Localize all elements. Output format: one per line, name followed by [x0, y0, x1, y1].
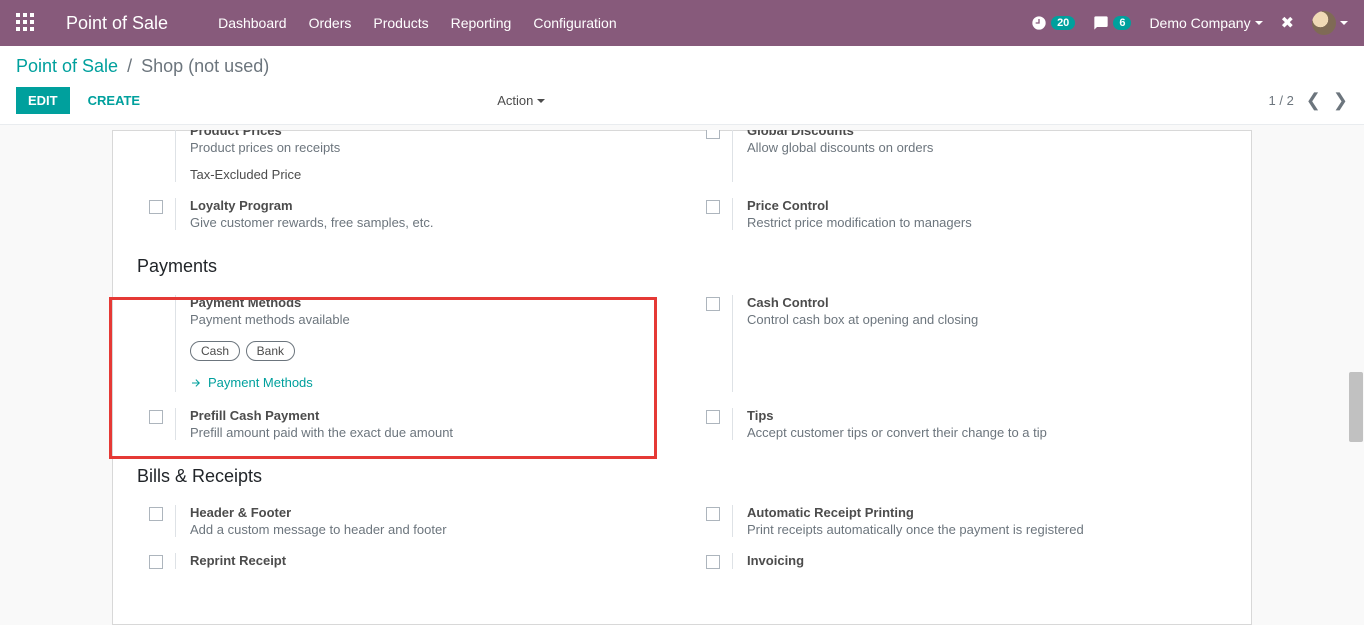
nav-dashboard[interactable]: Dashboard: [218, 15, 287, 31]
clock-icon: [1031, 15, 1047, 31]
developer-tools-icon[interactable]: ✖: [1281, 13, 1294, 33]
setting-reprint-receipt: Reprint Receipt: [137, 545, 670, 577]
setting-desc: Allow global discounts on orders: [747, 140, 1227, 155]
setting-desc: Accept customer tips or convert their ch…: [747, 425, 1227, 440]
edit-button[interactable]: EDIT: [16, 87, 70, 114]
setting-desc: Product prices on receipts: [190, 140, 670, 155]
checkbox-tips[interactable]: [706, 410, 720, 424]
setting-title: Cash Control: [747, 295, 1227, 310]
section-title-bills: Bills & Receipts: [137, 466, 1227, 487]
tag-bank[interactable]: Bank: [246, 341, 295, 361]
pager-value: 1 / 2: [1269, 93, 1294, 108]
activity-count: 20: [1051, 16, 1075, 30]
setting-header-footer: Header & Footer Add a custom message to …: [137, 497, 670, 545]
setting-desc: Give customer rewards, free samples, etc…: [190, 215, 670, 230]
tag-cash[interactable]: Cash: [190, 341, 240, 361]
link-payment-methods[interactable]: Payment Methods: [190, 375, 313, 390]
checkbox-header-footer[interactable]: [149, 507, 163, 521]
setting-product-prices: Product Prices Product prices on receipt…: [137, 130, 670, 190]
chat-icon: [1093, 15, 1109, 31]
setting-title: Tips: [747, 408, 1227, 423]
setting-desc: Prefill amount paid with the exact due a…: [190, 425, 670, 440]
checkbox-auto-receipt[interactable]: [706, 507, 720, 521]
discuss-indicator[interactable]: 6: [1093, 15, 1131, 31]
checkbox-loyalty[interactable]: [149, 200, 163, 214]
pager-next-icon[interactable]: ❯: [1333, 90, 1348, 111]
setting-title: Payment Methods: [190, 295, 670, 310]
user-menu[interactable]: [1312, 11, 1348, 35]
sheet-scroll[interactable]: Pricing Product Prices Product prices on…: [0, 130, 1364, 625]
setting-payment-methods: Payment Methods Payment methods availabl…: [137, 287, 670, 400]
checkbox-prefill-cash[interactable]: [149, 410, 163, 424]
scrollbar-thumb[interactable]: [1349, 372, 1363, 442]
checkbox-price-control[interactable]: [706, 200, 720, 214]
avatar: [1312, 11, 1336, 35]
setting-value: Tax-Excluded Price: [190, 167, 670, 182]
setting-desc: Control cash box at opening and closing: [747, 312, 1227, 327]
pager-prev-icon[interactable]: ❮: [1306, 90, 1321, 111]
pager: 1 / 2 ❮ ❯: [1269, 90, 1348, 111]
checkbox-cash-control[interactable]: [706, 297, 720, 311]
setting-tips: Tips Accept customer tips or convert the…: [694, 400, 1227, 448]
setting-title: Header & Footer: [190, 505, 670, 520]
nav-configuration[interactable]: Configuration: [533, 15, 616, 31]
setting-title: Prefill Cash Payment: [190, 408, 670, 423]
setting-desc: Restrict price modification to managers: [747, 215, 1227, 230]
nav-reporting[interactable]: Reporting: [451, 15, 512, 31]
setting-auto-receipt: Automatic Receipt Printing Print receipt…: [694, 497, 1227, 545]
setting-prefill-cash: Prefill Cash Payment Prefill amount paid…: [137, 400, 670, 448]
setting-title: Price Control: [747, 198, 1227, 213]
breadcrumb-root[interactable]: Point of Sale: [16, 56, 118, 76]
setting-desc: Add a custom message to header and foote…: [190, 522, 670, 537]
nav-products[interactable]: Products: [373, 15, 428, 31]
setting-global-discounts: Global Discounts Allow global discounts …: [694, 130, 1227, 190]
setting-title: Invoicing: [747, 553, 1227, 568]
nav-orders[interactable]: Orders: [309, 15, 352, 31]
setting-price-control: Price Control Restrict price modificatio…: [694, 190, 1227, 238]
breadcrumb-leaf: Shop (not used): [141, 56, 269, 76]
section-title-payments: Payments: [137, 256, 1227, 277]
setting-cash-control: Cash Control Control cash box at opening…: [694, 287, 1227, 400]
apps-icon[interactable]: [16, 13, 36, 33]
setting-title: Reprint Receipt: [190, 553, 670, 568]
activity-indicator[interactable]: 20: [1031, 15, 1075, 31]
breadcrumb-separator: /: [127, 56, 132, 76]
checkbox-reprint[interactable]: [149, 555, 163, 569]
setting-title: Global Discounts: [747, 130, 1227, 138]
setting-invoicing: Invoicing: [694, 545, 1227, 577]
nav-links: Dashboard Orders Products Reporting Conf…: [218, 15, 1031, 31]
form-sheet: Pricing Product Prices Product prices on…: [112, 130, 1252, 625]
checkbox-global-discounts[interactable]: [706, 130, 720, 139]
control-bar: EDIT CREATE Action 1 / 2 ❮ ❯: [0, 81, 1364, 125]
setting-title: Loyalty Program: [190, 198, 670, 213]
discuss-count: 6: [1113, 16, 1131, 30]
breadcrumb: Point of Sale / Shop (not used): [0, 46, 1364, 81]
setting-title: Automatic Receipt Printing: [747, 505, 1227, 520]
top-navbar: Point of Sale Dashboard Orders Products …: [0, 0, 1364, 46]
setting-loyalty: Loyalty Program Give customer rewards, f…: [137, 190, 670, 238]
arrow-right-icon: [190, 377, 202, 389]
checkbox-invoicing[interactable]: [706, 555, 720, 569]
setting-desc: Print receipts automatically once the pa…: [747, 522, 1227, 537]
setting-desc: Payment methods available: [190, 312, 670, 327]
company-switcher[interactable]: Demo Company: [1149, 15, 1262, 31]
action-dropdown[interactable]: Action: [497, 93, 915, 108]
app-brand[interactable]: Point of Sale: [66, 13, 168, 34]
create-button[interactable]: CREATE: [84, 87, 144, 114]
setting-title: Product Prices: [190, 130, 670, 138]
